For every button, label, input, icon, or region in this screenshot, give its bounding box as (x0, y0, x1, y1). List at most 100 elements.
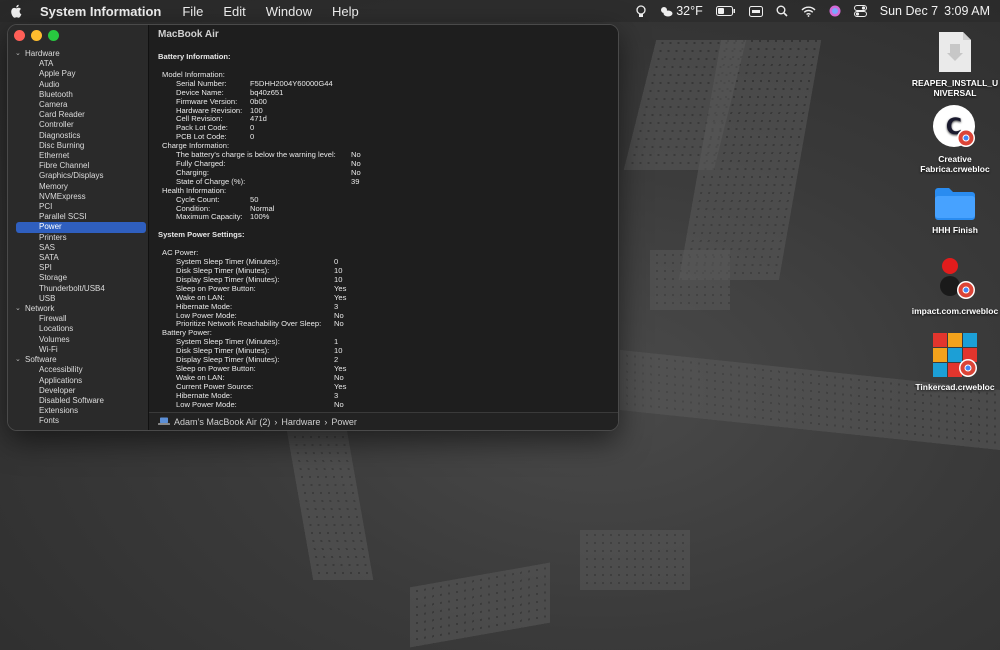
sidebar-item-firewall[interactable]: Firewall (8, 314, 148, 324)
report-row: Fully Charged: No (158, 159, 618, 169)
menubar-date[interactable]: Sun Dec 7 (880, 4, 938, 18)
report-value: No (334, 399, 344, 409)
sidebar-item-audio[interactable]: Audio (8, 80, 148, 90)
model-info-heading: Model Information: (162, 69, 225, 79)
report-row: Hardware Revision: 100 (158, 106, 618, 116)
sidebar-item-applications[interactable]: Applications (8, 376, 148, 386)
desktop-icon-label: HHH Finish (932, 225, 978, 235)
sidebar: ⌄ Hardware ATA Apple Pay Audio Bluetooth Camer… (8, 25, 149, 430)
health-info-heading: Health Information: (162, 185, 227, 195)
chevron-right-icon: › (274, 416, 278, 427)
zoom-button[interactable] (48, 30, 59, 41)
sidebar-item-disabled-software[interactable]: Disabled Software (8, 396, 148, 406)
sidebar-item-sas[interactable]: SAS (8, 243, 148, 253)
desktop-icon-creative-fabrica[interactable]: C Creative Fabrica.crwebloc (910, 104, 1000, 174)
sidebar-item-controller[interactable]: Controller (8, 120, 148, 130)
power-settings-heading: System Power Settings: (158, 230, 245, 240)
folder-icon (935, 188, 975, 220)
desktop-icon-label: REAPER_INSTALL_UNIVERSAL (911, 78, 999, 98)
sidebar-item-pci[interactable]: PCI (8, 202, 148, 212)
file-menu[interactable]: File (182, 4, 203, 19)
window-menu[interactable]: Window (266, 4, 312, 19)
sidebar-item-volumes[interactable]: Volumes (8, 335, 148, 345)
sidebar-group-label: Hardware (25, 49, 60, 58)
sidebar-item-nvmexpress[interactable]: NVMExpress (8, 192, 148, 202)
sidebar-item-developer[interactable]: Developer (8, 386, 148, 396)
sidebar-item-extensions[interactable]: Extensions (8, 406, 148, 416)
help-menu[interactable]: Help (332, 4, 359, 19)
sidebar-item-wi-fi[interactable]: Wi-Fi (8, 345, 148, 355)
sidebar-item-graphics-displays[interactable]: Graphics/Displays (8, 171, 148, 181)
keyboard-layout-icon[interactable] (748, 5, 763, 17)
menu-bar: System Information File Edit Window Help… (0, 0, 1000, 22)
menubar-time[interactable]: 3:09 AM (944, 4, 990, 18)
desktop-icon-hhh-finish-folder[interactable]: HHH Finish (910, 185, 1000, 235)
sidebar-item-diagnostics[interactable]: Diagnostics (8, 131, 148, 141)
spotlight-search-icon[interactable] (776, 5, 788, 17)
report-row: Cycle Count: 50 (158, 195, 618, 205)
path-section[interactable]: Hardware (281, 417, 320, 427)
creative-fabrica-icon: C (933, 105, 975, 147)
report-row: Prioritize Network Reachability Over Sle… (158, 320, 618, 329)
sidebar-item-fibre-channel[interactable]: Fibre Channel (8, 161, 148, 171)
sidebar-item-power[interactable]: Power (16, 222, 146, 233)
path-bar: Adam’s MacBook Air (2) › Hardware › Powe… (149, 412, 618, 430)
sidebar-item-disc-burning[interactable]: Disc Burning (8, 141, 148, 151)
minimize-button[interactable] (31, 30, 42, 41)
sidebar-item-card-reader[interactable]: Card Reader (8, 110, 148, 120)
chevron-right-icon: › (324, 416, 328, 427)
sidebar-item-printers[interactable]: Printers (8, 233, 148, 243)
sidebar-item-thunderbolt-usb4[interactable]: Thunderbolt/USB4 (8, 284, 148, 294)
sidebar-item-ata[interactable]: ATA (8, 59, 148, 69)
lightbulb-icon[interactable] (636, 4, 646, 18)
report-key: Low Power Mode: (176, 399, 237, 409)
weather-temperature: 32°F (676, 4, 703, 18)
partly-cloudy-icon (661, 6, 673, 16)
report-row: Pack Lot Code: 0 (158, 123, 618, 133)
disk-image-icon (939, 32, 971, 72)
report-row: State of Charge (%): 39 (158, 176, 618, 187)
sidebar-item-apple-pay[interactable]: Apple Pay (8, 69, 148, 79)
path-item[interactable]: Power (331, 417, 357, 427)
sidebar-item-sata[interactable]: SATA (8, 253, 148, 263)
desktop-icon-reaper-installer[interactable]: REAPER_INSTALL_UNIVERSAL (910, 30, 1000, 98)
report-row: The battery's charge is below the warnin… (158, 150, 618, 160)
sidebar-item-locations[interactable]: Locations (8, 324, 148, 334)
sidebar-item-storage[interactable]: Storage (8, 273, 148, 283)
edit-menu[interactable]: Edit (223, 4, 245, 19)
sidebar-item-bluetooth[interactable]: Bluetooth (8, 90, 148, 100)
weather-widget[interactable]: 32°F (659, 4, 703, 18)
chevron-down-icon[interactable]: ⌄ (15, 49, 25, 59)
desktop-icon-impact[interactable]: impact.com.crwebloc (910, 256, 1000, 316)
apple-menu-icon[interactable] (10, 3, 24, 19)
wifi-icon[interactable] (801, 6, 816, 17)
siri-icon[interactable] (829, 5, 841, 17)
sidebar-item-accessibility[interactable]: Accessibility (8, 365, 148, 375)
sidebar-group-hardware[interactable]: ⌄ Hardware (8, 49, 148, 59)
report-row: Sleep on Power Button: Yes (158, 364, 618, 374)
sidebar-list: ⌄ Hardware ATA Apple Pay Audio Bluetooth Camer… (8, 49, 148, 427)
report-row: Low Power Mode: No (158, 399, 618, 410)
sidebar-item-ethernet[interactable]: Ethernet (8, 151, 148, 161)
sidebar-item-fonts[interactable]: Fonts (8, 416, 148, 426)
desktop-icon-tinkercad[interactable]: Tinkercad.crwebloc (910, 332, 1000, 392)
sidebar-item-usb[interactable]: USB (8, 294, 148, 304)
report-row: Serial Number: F5DHH2004Y60000G44 (158, 79, 618, 89)
sidebar-item-camera[interactable]: Camera (8, 100, 148, 110)
chevron-down-icon[interactable]: ⌄ (15, 355, 25, 365)
sidebar-group-network[interactable]: ⌄ Network (8, 304, 148, 314)
sidebar-group-label: Network (25, 304, 55, 314)
report-value: 39 (351, 176, 360, 186)
close-button[interactable] (14, 30, 25, 41)
sidebar-item-parallel-scsi[interactable]: Parallel SCSI (8, 212, 148, 222)
sidebar-group-software[interactable]: ⌄ Software (8, 355, 148, 365)
battery-icon[interactable] (715, 6, 736, 16)
sidebar-item-memory[interactable]: Memory (8, 182, 148, 192)
desktop-icon-label: Tinkercad.crwebloc (915, 382, 995, 392)
chevron-down-icon[interactable]: ⌄ (15, 304, 25, 314)
control-center-icon[interactable] (853, 5, 867, 17)
app-menu[interactable]: System Information (40, 4, 161, 19)
sidebar-item-spi[interactable]: SPI (8, 263, 148, 273)
desktop-icon-label: impact.com.crwebloc (911, 306, 999, 316)
path-computer[interactable]: Adam’s MacBook Air (2) (174, 417, 270, 427)
